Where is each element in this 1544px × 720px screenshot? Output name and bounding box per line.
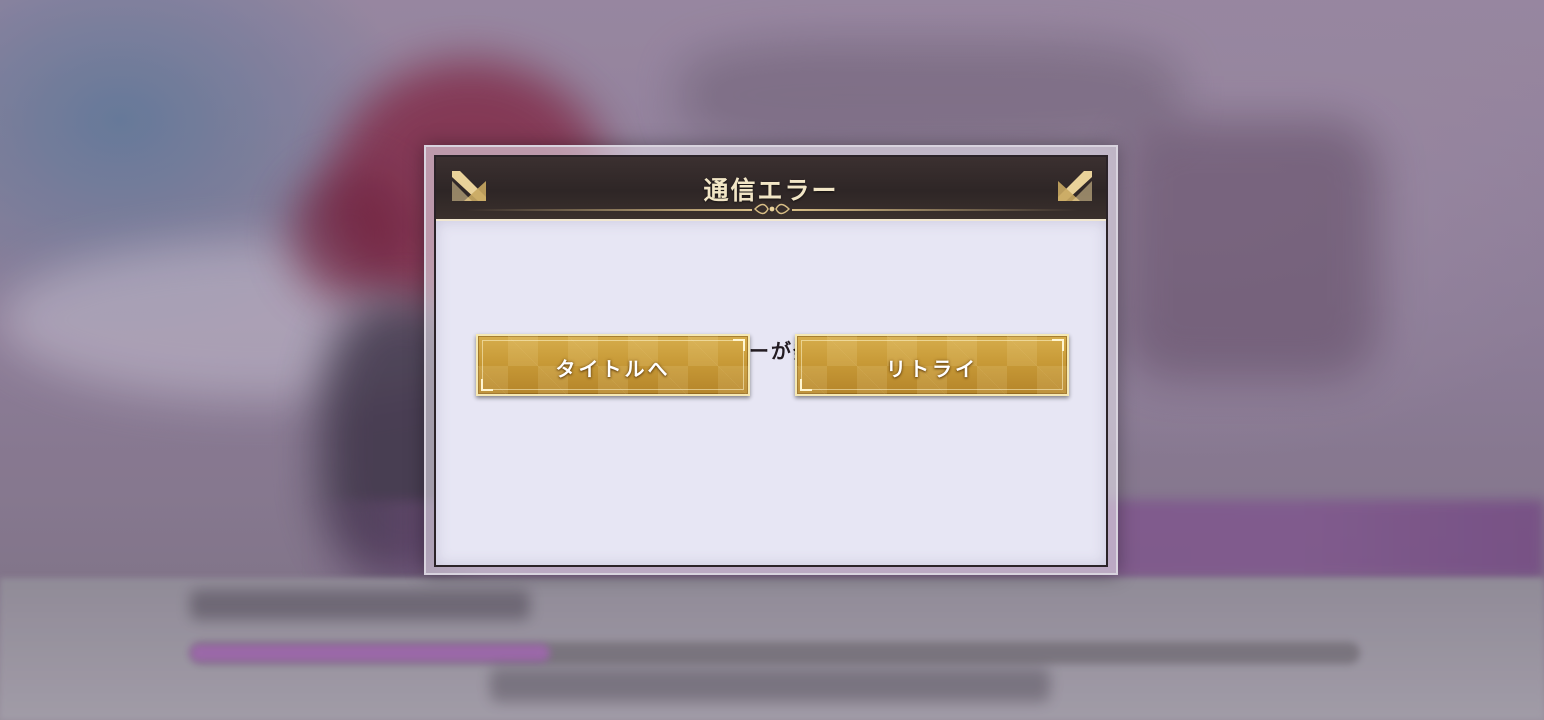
retry-button-label: リトライ (886, 357, 978, 381)
retry-button[interactable]: リトライ (795, 334, 1069, 396)
flourish-ornament-icon (754, 203, 790, 215)
to-title-button[interactable]: タイトルへ (476, 334, 750, 396)
header-divider-left (466, 209, 752, 211)
header-divider-right (792, 209, 1078, 211)
button-corner-accent (733, 339, 745, 351)
button-corner-accent (1052, 339, 1064, 351)
corner-ornament-icon (1058, 171, 1092, 201)
to-title-button-label: タイトルへ (555, 357, 671, 381)
dialog-header: 通信エラー (436, 157, 1106, 221)
